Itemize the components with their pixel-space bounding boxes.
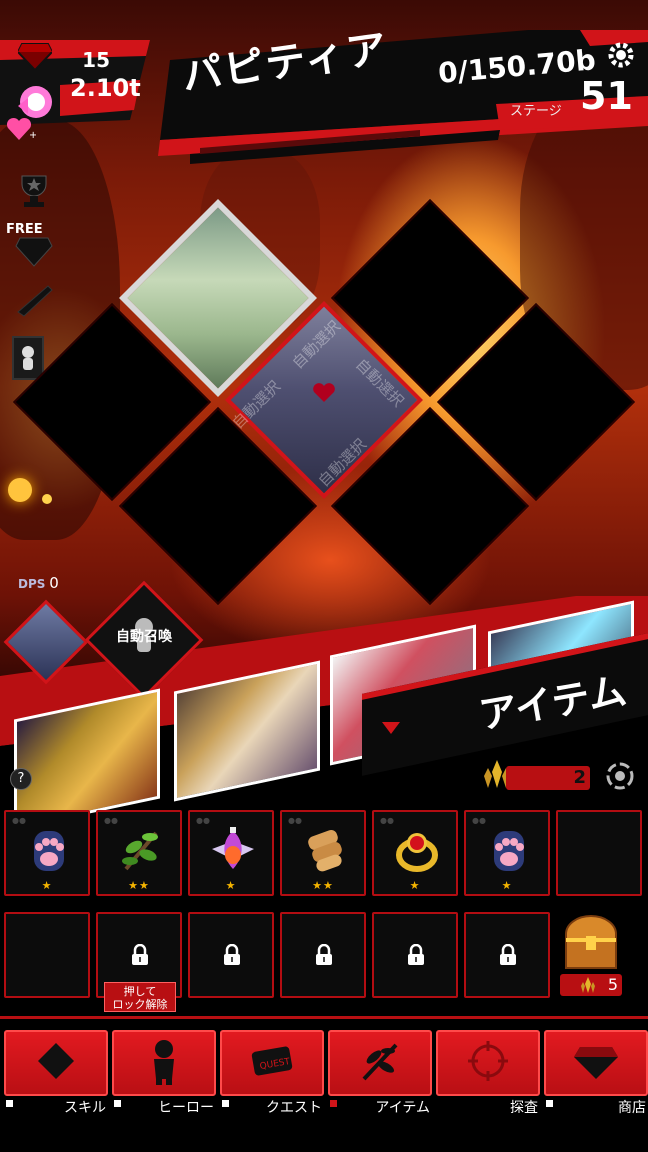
rarity-stars: ★★ bbox=[128, 879, 150, 892]
locked-slot[interactable] bbox=[188, 912, 274, 998]
gem-shop-icon bbox=[574, 1041, 618, 1085]
diamond-icon bbox=[34, 1039, 78, 1087]
lock-icon bbox=[406, 943, 426, 966]
lock-icon bbox=[498, 943, 518, 966]
nav-hero-button[interactable] bbox=[112, 1030, 216, 1096]
stage-label: ステージ bbox=[510, 104, 562, 119]
lock-icon bbox=[130, 943, 150, 966]
nav-divider bbox=[0, 1016, 648, 1019]
sword-icon[interactable] bbox=[14, 282, 54, 322]
item-slot[interactable]: ●● ★ bbox=[4, 810, 90, 896]
auto-summon-label: 自動召喚 bbox=[116, 629, 172, 645]
heart-plus-icon[interactable]: + bbox=[6, 116, 37, 142]
nav-skill-button[interactable] bbox=[4, 1030, 108, 1096]
item-slot[interactable]: ●● ★ bbox=[372, 810, 458, 896]
lock-icon bbox=[314, 943, 334, 966]
locked-slot[interactable] bbox=[280, 912, 366, 998]
nav-item-button[interactable] bbox=[328, 1030, 432, 1096]
nav-quest-button[interactable]: QUEST bbox=[220, 1030, 324, 1096]
nav-skill-label: スキル bbox=[64, 1100, 106, 1116]
unlock-tooltip[interactable]: 押して ロック解除 bbox=[104, 982, 176, 1012]
rarity-stars: ★★ bbox=[312, 879, 334, 892]
chest-count: 5 bbox=[607, 975, 618, 994]
svg-text:+: + bbox=[29, 130, 36, 141]
scroll-icon bbox=[297, 822, 353, 878]
shrine-heart-icon bbox=[312, 382, 336, 404]
hero-card-icon[interactable] bbox=[12, 336, 44, 380]
paw-icon bbox=[21, 822, 77, 878]
nav-explore-button[interactable] bbox=[436, 1030, 540, 1096]
trophy-icon[interactable] bbox=[14, 170, 54, 210]
collapse-arrow-icon[interactable] bbox=[380, 720, 402, 736]
locked-slot[interactable] bbox=[372, 912, 458, 998]
rarity-stars: ★ bbox=[501, 879, 513, 892]
item-slot[interactable]: ●● ★★ bbox=[280, 810, 366, 896]
gold-count: 2.10t bbox=[70, 74, 141, 102]
lock-icon bbox=[222, 943, 242, 966]
stage-number: 51 bbox=[580, 74, 633, 118]
item-slot[interactable]: ●● ★ bbox=[188, 810, 274, 896]
settings-gear-icon[interactable] bbox=[606, 40, 636, 70]
rarity-stars: ★ bbox=[409, 879, 421, 892]
crystal-count: 2 bbox=[573, 767, 586, 788]
locked-slot[interactable] bbox=[464, 912, 550, 998]
paw-icon bbox=[481, 822, 537, 878]
branch-icon bbox=[113, 822, 169, 878]
quest-scroll-icon: QUEST bbox=[247, 1041, 297, 1085]
potion-icon bbox=[205, 822, 261, 878]
item-slot[interactable]: ●● ★★ bbox=[96, 810, 182, 896]
nav-hero-label: ヒーロー bbox=[158, 1100, 214, 1116]
item-slot[interactable]: ●● ★ bbox=[464, 810, 550, 896]
rarity-stars: ★ bbox=[41, 879, 53, 892]
nav-quest-label: クエスト bbox=[266, 1100, 322, 1116]
dps-readout: DPS 0 bbox=[18, 574, 59, 592]
gem-icon bbox=[16, 40, 54, 72]
treasure-chest-icon[interactable] bbox=[562, 910, 620, 972]
nav-shop-label: 商店 bbox=[618, 1100, 646, 1116]
item-slot-empty[interactable] bbox=[4, 912, 90, 998]
swirl-icon[interactable] bbox=[604, 760, 636, 792]
item-slot-empty[interactable] bbox=[556, 810, 642, 896]
ruby-ring-icon bbox=[389, 822, 445, 878]
nav-shop-button[interactable] bbox=[544, 1030, 648, 1096]
hero-silhouette-icon bbox=[144, 1037, 184, 1089]
nav-item-label: アイテム bbox=[375, 1100, 430, 1116]
rarity-stars: ★ bbox=[225, 879, 237, 892]
help-button[interactable]: ? bbox=[10, 768, 32, 790]
explore-target-icon bbox=[466, 1039, 510, 1087]
nav-explore-label: 探査 bbox=[510, 1100, 538, 1116]
gem-count: 15 bbox=[82, 48, 110, 72]
item-leaf-icon bbox=[358, 1039, 402, 1087]
free-gem-icon[interactable] bbox=[14, 228, 54, 268]
